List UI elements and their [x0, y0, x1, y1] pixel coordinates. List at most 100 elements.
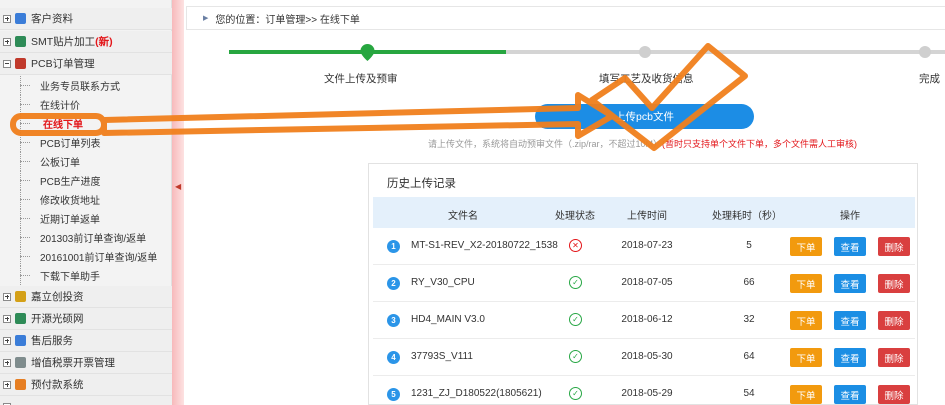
sidebar-group-prepayment[interactable]: 预付款系统	[0, 374, 172, 396]
sidebar-item-label: 在线计价	[40, 101, 80, 112]
status-ok-icon: ✓	[569, 276, 582, 289]
view-button[interactable]: 查看	[834, 348, 866, 367]
sidebar-group-label: 预付款系统	[31, 379, 84, 391]
order-button[interactable]: 下单	[790, 385, 822, 404]
document-icon	[15, 357, 26, 368]
sidebar-group-investment[interactable]: 嘉立创投资	[0, 286, 172, 308]
process-duration: 64	[743, 351, 755, 362]
step-2-dot	[639, 46, 651, 58]
expand-icon[interactable]	[3, 292, 11, 301]
row-number-badge: 4	[387, 351, 400, 364]
sidebar-item-public-board[interactable]: 公板订单	[0, 152, 172, 171]
sidebar-item-label: 业务专员联系方式	[40, 82, 120, 93]
sidebar-group-open-source[interactable]: 开源光硕网	[0, 308, 172, 330]
expand-icon[interactable]	[3, 380, 11, 389]
file-name: HD4_MAIN V3.0	[411, 314, 485, 325]
view-button[interactable]: 查看	[834, 274, 866, 293]
expand-icon[interactable]	[3, 14, 11, 23]
tree-connector	[18, 95, 32, 114]
sidebar-item-online-order[interactable]: 在线下单	[0, 114, 172, 133]
current-step-marker-icon	[360, 44, 375, 61]
order-button[interactable]: 下单	[790, 348, 822, 367]
sidebar-item-label: 公板订单	[40, 158, 80, 169]
progress-track-remaining	[506, 50, 945, 54]
sidebar-group-partial[interactable]	[0, 396, 172, 405]
status-ok-icon: ✓	[569, 313, 582, 326]
process-duration: 66	[743, 277, 755, 288]
row-number-badge: 2	[387, 277, 400, 290]
upload-date: 2018-05-30	[621, 351, 673, 362]
order-button[interactable]: 下单	[790, 311, 822, 330]
step-3-label: 完成	[919, 73, 940, 85]
sidebar-item-sales-contact[interactable]: 业务专员联系方式	[0, 76, 172, 95]
user-icon	[15, 13, 26, 24]
annotation-checkmark	[589, 43, 748, 151]
delete-button[interactable]: 删除	[878, 274, 910, 293]
sidebar-item-pre-20161001-orders[interactable]: 20161001前订单查询/返单	[0, 247, 172, 266]
tree-connector	[18, 76, 32, 95]
sidebar-item-label: PCB订单列表	[40, 139, 101, 150]
sidebar: 客户资料 SMT贴片加工(新) PCB订单管理 业务专员联系方式 在线计价 在线…	[0, 0, 172, 405]
sidebar-item-label: 在线下单	[43, 120, 83, 131]
history-title: 历史上传记录	[387, 178, 456, 190]
expand-icon[interactable]	[3, 314, 11, 323]
sidebar-item-pcb-order-list[interactable]: PCB订单列表	[0, 133, 172, 152]
file-name: 1231_ZJ_D180522(1805621)	[411, 388, 542, 399]
sidebar-group-pcb-orders[interactable]: PCB订单管理	[0, 53, 172, 75]
tree-connector	[18, 247, 32, 266]
view-button[interactable]: 查看	[834, 237, 866, 256]
sidebar-group-smt[interactable]: SMT贴片加工(新)	[0, 31, 172, 53]
process-duration: 32	[743, 314, 755, 325]
status-fail-icon: ✕	[569, 239, 582, 252]
delete-button[interactable]: 删除	[878, 385, 910, 404]
file-name: MT-S1-REV_X2-20180722_1538	[411, 240, 558, 251]
expand-icon[interactable]	[3, 336, 11, 345]
sidebar-group-label: 售后服务	[31, 335, 73, 347]
upload-date: 2018-05-29	[621, 388, 673, 399]
sidebar-item-recent-reorder[interactable]: 近期订单返单	[0, 209, 172, 228]
sidebar-group-vat-invoice[interactable]: 增值税票开票管理	[0, 352, 172, 374]
expand-icon[interactable]	[3, 37, 11, 46]
sidebar-item-download-assistant[interactable]: 下载下单助手	[0, 266, 172, 285]
upload-date: 2018-06-12	[621, 314, 673, 325]
breadcrumb-text: 您的位置：订单管理>> 在线下单	[215, 14, 360, 26]
sidebar-group-customer[interactable]: 客户资料	[0, 8, 172, 30]
sidebar-item-label: 近期订单返单	[40, 215, 100, 226]
table-row: 1 MT-S1-REV_X2-20180722_1538 ✕ 2018-07-2…	[373, 228, 915, 265]
collapse-icon[interactable]	[3, 59, 11, 68]
tree-connector	[18, 266, 32, 285]
sidebar-group-label: SMT贴片加工(新)	[31, 36, 113, 48]
file-name: RY_V30_CPU	[411, 277, 475, 288]
sidebar-item-production-progress[interactable]: PCB生产进度	[0, 171, 172, 190]
sidebar-group-label: 客户资料	[31, 13, 73, 25]
sidebar-collapse-bar[interactable]	[172, 0, 184, 405]
tree-connector	[18, 171, 32, 190]
order-button[interactable]: 下单	[790, 274, 822, 293]
delete-button[interactable]: 删除	[878, 237, 910, 256]
breadcrumb-arrow-icon: ▶	[203, 15, 209, 22]
row-number-badge: 1	[387, 240, 400, 253]
delete-button[interactable]: 删除	[878, 348, 910, 367]
order-button[interactable]: 下单	[790, 237, 822, 256]
process-duration: 5	[746, 240, 752, 251]
step-3-dot	[919, 46, 931, 58]
grid-icon	[15, 36, 26, 47]
wallet-icon	[15, 379, 26, 390]
sidebar-item-label: 下载下单助手	[40, 272, 100, 283]
new-badge: (新)	[95, 36, 113, 48]
delete-button[interactable]: 删除	[878, 311, 910, 330]
collapse-arrow-icon[interactable]: ◀	[175, 182, 181, 191]
upload-pcb-file-button[interactable]: 上传pcb文件	[535, 104, 754, 129]
sidebar-item-edit-address[interactable]: 修改收货地址	[0, 190, 172, 209]
sidebar-group-label: PCB订单管理	[31, 58, 95, 70]
sidebar-group-after-sales[interactable]: 售后服务	[0, 330, 172, 352]
view-button[interactable]: 查看	[834, 385, 866, 404]
column-header-duration: 处理耗时（秒）	[712, 211, 782, 222]
sidebar-group-label: 增值税票开票管理	[31, 357, 115, 369]
step-2-label: 填写工艺及收货信息	[599, 73, 694, 85]
view-button[interactable]: 查看	[834, 311, 866, 330]
sidebar-item-online-quote[interactable]: 在线计价	[0, 95, 172, 114]
expand-icon[interactable]	[3, 358, 11, 367]
upload-warning: (暂时只支持单个文件下单，多个文件需人工审核)	[662, 139, 858, 149]
sidebar-item-pre-201303-orders[interactable]: 201303前订单查询/返单	[0, 228, 172, 247]
